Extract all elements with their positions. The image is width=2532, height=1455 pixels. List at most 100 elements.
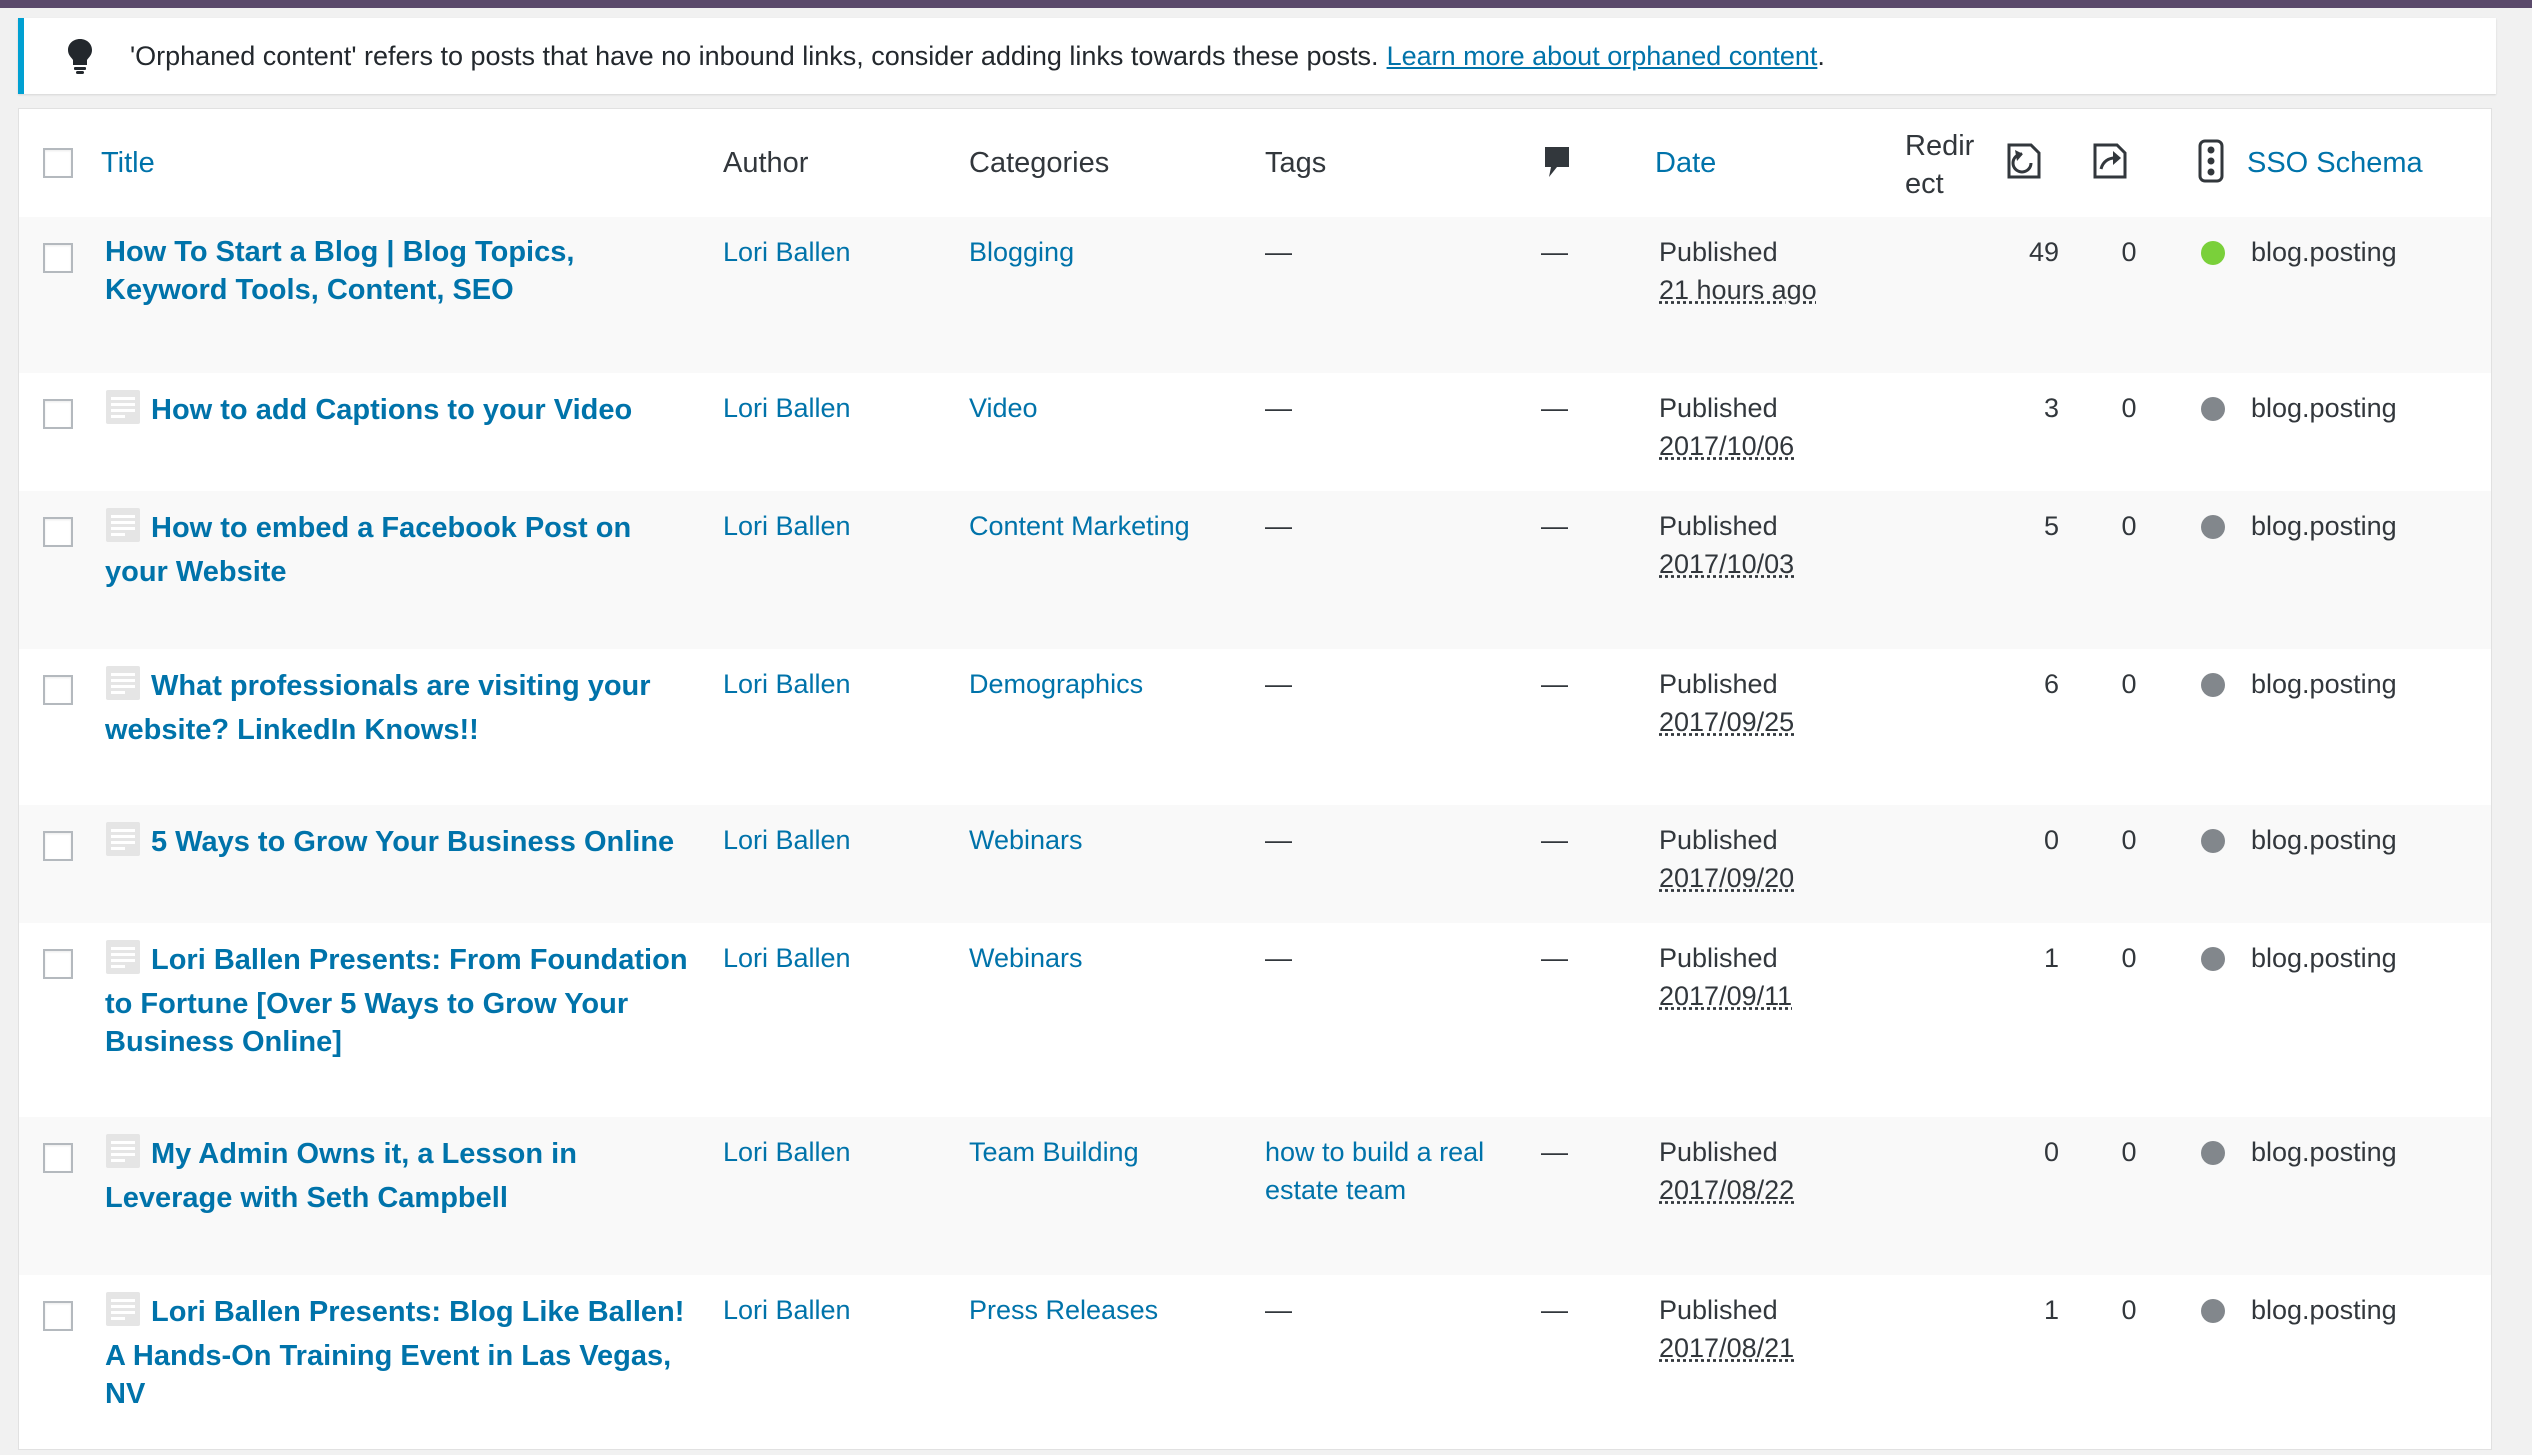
outbound-links-count: 0 xyxy=(2109,1133,2149,1171)
row-checkbox[interactable] xyxy=(43,517,73,547)
post-status: Published xyxy=(1659,665,1794,703)
row-checkbox[interactable] xyxy=(43,831,73,861)
post-title-link[interactable]: How to add Captions to your Video xyxy=(105,389,705,435)
author-link[interactable]: Lori Ballen xyxy=(723,389,851,427)
post-date: 2017/09/25 xyxy=(1659,703,1794,741)
outbound-links-icon[interactable] xyxy=(2087,139,2131,191)
table-row: How to embed a Facebook Post on your Webs… xyxy=(19,491,2491,649)
author-link[interactable]: Lori Ballen xyxy=(723,1291,851,1329)
post-title-link[interactable]: My Admin Owns it, a Lesson in Leverage wi… xyxy=(105,1133,705,1217)
select-all-checkbox[interactable] xyxy=(43,148,73,178)
outbound-links-count: 0 xyxy=(2109,507,2149,545)
post-title-link[interactable]: What professionals are visiting your webs… xyxy=(105,665,705,749)
category-link[interactable]: Demographics xyxy=(969,665,1143,703)
tag-line: — xyxy=(1265,1291,1292,1329)
category-link[interactable]: Blogging xyxy=(969,233,1074,271)
tags-cell: — xyxy=(1265,507,1292,545)
post-date: 2017/08/22 xyxy=(1659,1171,1794,1209)
date-cell: Published 2017/10/06 xyxy=(1659,389,1794,465)
category-link[interactable]: Webinars xyxy=(969,821,1083,859)
post-title-line: NV xyxy=(105,1375,705,1413)
table-row: 5 Ways to Grow Your Business Online Lori … xyxy=(19,805,2491,923)
post-title-line: My Admin Owns it, a Lesson in xyxy=(105,1133,705,1179)
inbound-links-count: 6 xyxy=(1979,665,2059,703)
table-row: Lori Ballen Presents: Blog Like Ballen! A… xyxy=(19,1275,2491,1455)
comments-count: — xyxy=(1541,233,1568,271)
notice-end-punct: . xyxy=(1817,41,1825,72)
tag-line: estate team xyxy=(1265,1171,1484,1209)
tag-line: — xyxy=(1265,507,1292,545)
row-checkbox[interactable] xyxy=(43,1143,73,1173)
post-date: 2017/10/06 xyxy=(1659,427,1794,465)
author-link[interactable]: Lori Ballen xyxy=(723,1133,851,1171)
schema-status-dot xyxy=(2201,829,2225,853)
inbound-links-icon[interactable] xyxy=(2001,139,2045,191)
date-cell: Published 2017/08/22 xyxy=(1659,1133,1794,1209)
row-checkbox[interactable] xyxy=(43,675,73,705)
schema-type: blog.posting xyxy=(2251,1291,2397,1329)
outbound-links-count: 0 xyxy=(2109,939,2149,977)
category-link[interactable]: Content Marketing xyxy=(969,507,1190,545)
author-link[interactable]: Lori Ballen xyxy=(723,665,851,703)
table-header: Title Author Categories Tags Date Redir … xyxy=(19,109,2491,218)
schema-status-dot xyxy=(2201,515,2225,539)
tags-cell[interactable]: how to build a real estate team xyxy=(1265,1133,1484,1209)
comment-bubble-icon[interactable] xyxy=(1543,145,1571,187)
post-title-line: How to embed a Facebook Post on xyxy=(105,507,705,553)
author-link[interactable]: Lori Ballen xyxy=(723,507,851,545)
post-title-text: What professionals are visiting your xyxy=(151,670,651,702)
post-format-icon xyxy=(105,1291,141,1337)
author-link[interactable]: Lori Ballen xyxy=(723,821,851,859)
post-status: Published xyxy=(1659,939,1792,977)
column-sso-schema[interactable]: SSO Schema xyxy=(2247,147,2423,180)
post-title-text: How to add Captions to your Video xyxy=(151,394,632,426)
lightbulb-icon xyxy=(60,36,100,76)
post-title-link[interactable]: How to embed a Facebook Post on your Webs… xyxy=(105,507,705,591)
column-redirect: Redir ect xyxy=(1905,127,1974,203)
comments-count: — xyxy=(1541,1291,1568,1329)
outbound-links-count: 0 xyxy=(2109,665,2149,703)
post-status: Published xyxy=(1659,233,1817,271)
post-format-icon xyxy=(105,1133,141,1179)
category-link[interactable]: Webinars xyxy=(969,939,1083,977)
post-date: 2017/08/21 xyxy=(1659,1329,1794,1367)
post-title-text: Lori Ballen Presents: From Foundation xyxy=(151,944,688,976)
outbound-links-count: 0 xyxy=(2109,389,2149,427)
post-title-text: 5 Ways to Grow Your Business Online xyxy=(151,826,674,858)
category-link[interactable]: Press Releases xyxy=(969,1291,1158,1329)
post-title-link[interactable]: 5 Ways to Grow Your Business Online xyxy=(105,821,705,867)
post-title-text: Leverage with Seth Campbell xyxy=(105,1182,508,1214)
row-checkbox[interactable] xyxy=(43,949,73,979)
traffic-light-icon xyxy=(2197,139,2225,191)
post-status: Published xyxy=(1659,1133,1794,1171)
row-checkbox[interactable] xyxy=(43,1301,73,1331)
post-title-link[interactable]: Lori Ballen Presents: From Foundation to … xyxy=(105,939,705,1061)
post-title-text: website? LinkedIn Knows!! xyxy=(105,714,479,746)
redirect-label-line1: Redir xyxy=(1905,127,1974,165)
learn-more-link[interactable]: Learn more about orphaned content xyxy=(1387,41,1818,72)
schema-status-dot xyxy=(2201,1141,2225,1165)
author-link[interactable]: Lori Ballen xyxy=(723,233,851,271)
column-title-sort[interactable]: Title xyxy=(101,147,155,180)
schema-type: blog.posting xyxy=(2251,389,2397,427)
row-checkbox[interactable] xyxy=(43,399,73,429)
tags-cell: — xyxy=(1265,939,1292,977)
schema-status-dot xyxy=(2201,1299,2225,1323)
column-date-sort[interactable]: Date xyxy=(1655,147,1716,180)
tag-line: — xyxy=(1265,389,1292,427)
post-title-link[interactable]: Lori Ballen Presents: Blog Like Ballen! A… xyxy=(105,1291,705,1413)
inbound-links-count: 1 xyxy=(1979,939,2059,977)
post-title-link[interactable]: How To Start a Blog | Blog Topics, Keywor… xyxy=(105,233,705,309)
category-link[interactable]: Video xyxy=(969,389,1038,427)
column-tags: Tags xyxy=(1265,147,1326,180)
post-title-line: What professionals are visiting your xyxy=(105,665,705,711)
category-link[interactable]: Team Building xyxy=(969,1133,1139,1171)
post-title-line: How to add Captions to your Video xyxy=(105,389,705,435)
post-status: Published xyxy=(1659,389,1794,427)
author-link[interactable]: Lori Ballen xyxy=(723,939,851,977)
table-row: What professionals are visiting your webs… xyxy=(19,649,2491,805)
post-title-text: A Hands-On Training Event in Las Vegas, xyxy=(105,1340,671,1372)
row-checkbox[interactable] xyxy=(43,243,73,273)
post-status: Published xyxy=(1659,507,1794,545)
comments-count: — xyxy=(1541,939,1568,977)
